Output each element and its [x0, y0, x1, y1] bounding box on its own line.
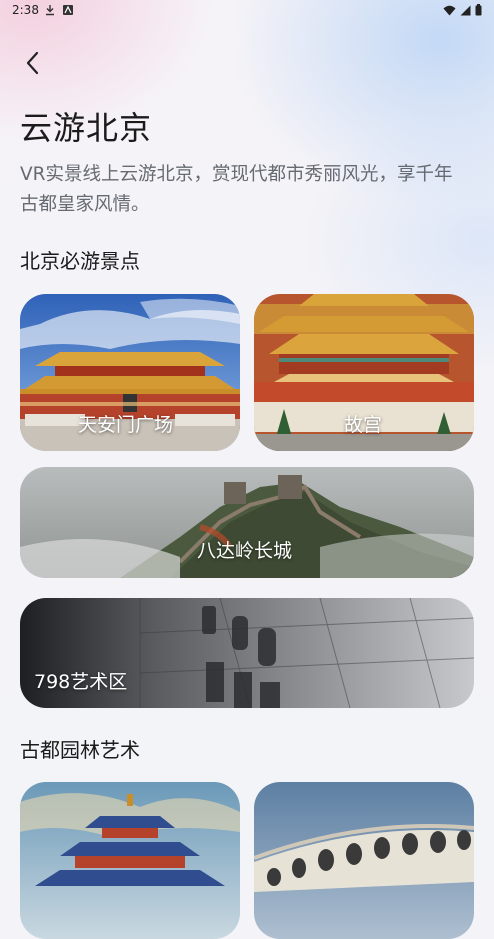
section-title-must-visit: 北京必游景点 — [20, 249, 140, 273]
battery-icon — [475, 4, 482, 16]
spot-label: 故宫 — [344, 414, 383, 436]
spot-card-forbidden-city[interactable]: 故宫 — [254, 294, 474, 451]
signal-icon — [460, 5, 471, 15]
spot-card-tiananmen[interactable]: 天安门广场 — [20, 294, 240, 451]
download-icon — [46, 5, 54, 16]
spot-label: 八达岭长城 — [197, 540, 293, 562]
summer-palace-image — [254, 782, 474, 939]
spot-card-great-wall[interactable]: 八达岭长城 — [20, 467, 474, 578]
spot-card-798-art-district[interactable]: 798艺术区 — [20, 598, 474, 708]
page-title: 云游北京 — [20, 109, 153, 147]
section-title-gardens: 古都园林艺术 — [20, 738, 140, 762]
temple-of-heaven-image — [20, 782, 240, 939]
garden-card-temple-of-heaven[interactable] — [20, 782, 240, 939]
back-arrow-icon[interactable] — [18, 48, 48, 78]
spot-label: 798艺术区 — [34, 671, 128, 693]
spot-label: 天安门广场 — [78, 414, 174, 436]
page-description: VR实景线上云游北京，赏现代都市秀丽风光，享千年古都皇家风情。 — [20, 164, 453, 215]
wifi-icon — [443, 5, 456, 15]
app-icon — [63, 5, 73, 15]
status-time: 2:38 — [12, 3, 39, 17]
garden-card-summer-palace[interactable] — [254, 782, 474, 939]
status-bar: 2:38 — [0, 0, 494, 22]
